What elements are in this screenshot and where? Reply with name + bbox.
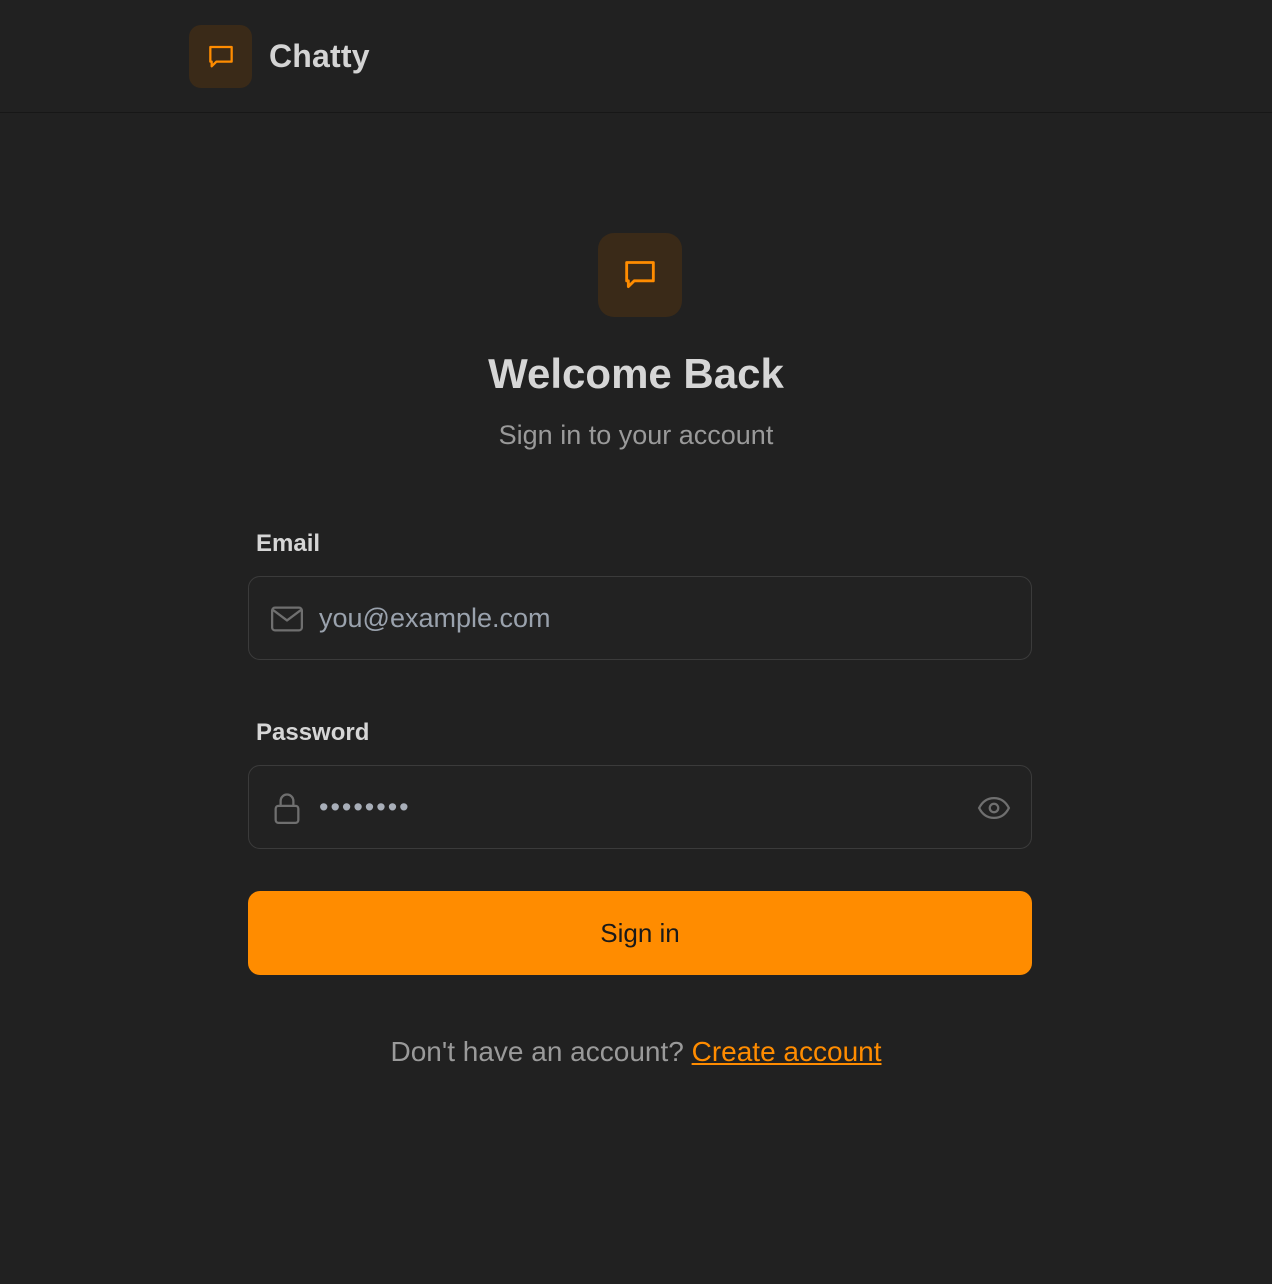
email-field[interactable] [248, 576, 1032, 660]
eye-icon[interactable] [975, 790, 1013, 826]
brand-name: Chatty [269, 38, 370, 74]
top-navbar: Chatty [0, 0, 1272, 113]
email-label: Email [256, 530, 321, 557]
password-input[interactable] [319, 766, 959, 848]
mail-icon [269, 601, 305, 637]
email-input[interactable] [319, 577, 959, 659]
create-account-link[interactable]: Create account [692, 1036, 882, 1067]
hero-logo [598, 233, 682, 317]
password-field[interactable] [248, 765, 1032, 849]
page-subtitle: Sign in to your account [498, 420, 774, 450]
page-title: Welcome Back [488, 350, 784, 397]
signup-prompt: Don't have an account? Create account [0, 1036, 1272, 1068]
message-square-icon [625, 261, 655, 289]
message-square-icon [208, 45, 233, 67]
sign-in-button[interactable]: Sign in [248, 891, 1032, 975]
signup-prompt-text: Don't have an account? [390, 1036, 684, 1067]
brand[interactable]: Chatty [189, 25, 370, 88]
brand-logo [189, 25, 252, 88]
password-label: Password [256, 719, 370, 746]
lock-icon [269, 790, 305, 826]
